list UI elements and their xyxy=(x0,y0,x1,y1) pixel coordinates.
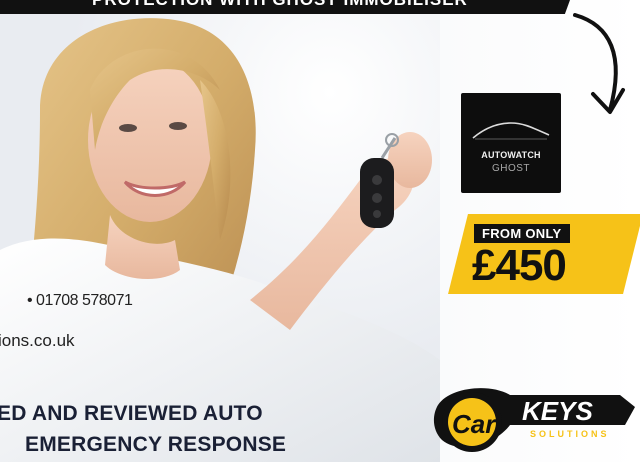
car-keys-solutions-logo: Car KEYS SOLUTIONS xyxy=(433,388,635,452)
hero-photo xyxy=(0,0,440,462)
woman-holding-key-image xyxy=(0,0,440,462)
product-brand: AUTOWATCH xyxy=(481,150,541,160)
banner-text: PROTECTION WITH GHOST IMMOBILISER xyxy=(92,0,468,14)
logo-text-solutions: SOLUTIONS xyxy=(530,429,610,439)
price-tag: FROM ONLY £450 xyxy=(448,210,640,300)
autowatch-ghost-product: AUTOWATCH GHOST xyxy=(461,93,561,193)
logo-text-keys: KEYS xyxy=(522,396,593,426)
top-banner: PROTECTION WITH GHOST IMMOBILISER xyxy=(0,0,576,14)
headline: ED AND REVIEWED AUTO EMERGENCY RESPONSE xyxy=(0,398,286,460)
phone-number[interactable]: • 01708 578071 xyxy=(27,292,133,310)
logo-text-car: Car xyxy=(452,409,497,439)
product-model: GHOST xyxy=(491,163,531,174)
headline-line-1: ED AND REVIEWED AUTO xyxy=(0,402,263,425)
website-link[interactable]: ions.co.uk xyxy=(0,331,75,351)
car-silhouette-icon xyxy=(472,122,550,140)
headline-line-2: EMERGENCY RESPONSE xyxy=(25,433,287,456)
price-value: £450 xyxy=(472,241,567,290)
curved-arrow-icon xyxy=(573,13,625,114)
